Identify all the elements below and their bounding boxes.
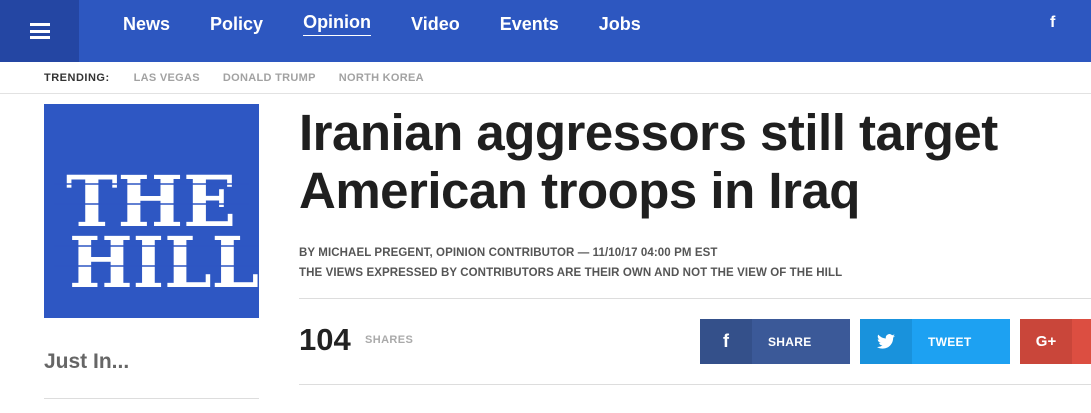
nav-video[interactable]: Video xyxy=(411,14,460,35)
nav-news[interactable]: News xyxy=(123,14,170,35)
top-navigation-bar: News Policy Opinion Video Events Jobs f xyxy=(0,0,1091,62)
nav-jobs[interactable]: Jobs xyxy=(599,14,641,35)
article-headline: Iranian aggressors still target American… xyxy=(299,104,1091,220)
twitter-bird-icon xyxy=(860,319,912,364)
facebook-icon: f xyxy=(700,319,752,364)
main-nav: News Policy Opinion Video Events Jobs xyxy=(123,0,681,48)
byline: BY MICHAEL PREGENT, OPINION CONTRIBUTOR … xyxy=(299,247,718,259)
shares-label: SHARES xyxy=(365,334,414,346)
trending-label: TRENDING: xyxy=(44,71,110,84)
article-byline-block: BY MICHAEL PREGENT, OPINION CONTRIBUTOR … xyxy=(299,243,842,283)
facebook-share-button[interactable]: f SHARE xyxy=(700,319,850,364)
nav-policy[interactable]: Policy xyxy=(210,14,263,35)
nav-events[interactable]: Events xyxy=(500,14,559,35)
facebook-share-label: SHARE xyxy=(768,334,812,349)
just-in-heading: Just In... xyxy=(44,350,130,373)
share-count: 104 xyxy=(299,322,351,357)
trending-item-las-vegas[interactable]: LAS VEGAS xyxy=(134,72,200,84)
headline-line-2: American troops in Iraq xyxy=(299,162,860,219)
google-plus-icon: G+ xyxy=(1020,319,1072,364)
disclaimer: THE VIEWS EXPRESSED BY CONTRIBUTORS ARE … xyxy=(299,267,843,279)
the-hill-logo-mark: THE HILL xyxy=(54,160,259,304)
headline-line-1: Iranian aggressors still target xyxy=(299,104,998,161)
trending-item-north-korea[interactable]: NORTH KOREA xyxy=(339,72,424,84)
nav-opinion[interactable]: Opinion xyxy=(303,12,372,36)
trending-bar: TRENDING: LAS VEGAS DONALD TRUMP NORTH K… xyxy=(0,62,1091,94)
hamburger-menu-button[interactable] xyxy=(0,0,79,62)
google-plus-share-button[interactable]: G+ xyxy=(1020,319,1091,364)
facebook-icon[interactable]: f xyxy=(1050,14,1055,32)
hamburger-icon xyxy=(29,23,50,39)
sidebar-divider xyxy=(44,398,259,399)
twitter-tweet-button[interactable]: TWEET xyxy=(860,319,1010,364)
trending-item-donald-trump[interactable]: DONALD TRUMP xyxy=(223,72,316,84)
divider xyxy=(299,384,1091,385)
twitter-tweet-label: TWEET xyxy=(928,334,972,349)
the-hill-logo[interactable]: THE HILL xyxy=(44,104,259,318)
divider xyxy=(299,298,1091,299)
svg-text:HILL: HILL xyxy=(69,221,259,304)
